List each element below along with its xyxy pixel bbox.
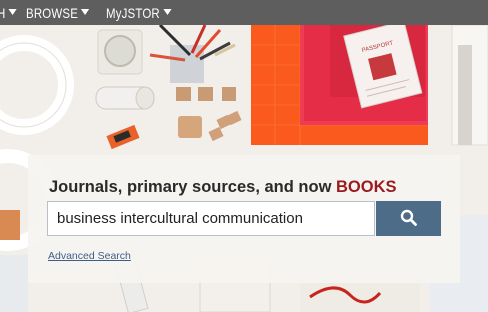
nav-myjstor-label: MyJSTOR xyxy=(106,5,160,21)
top-navigation-bar: H BROWSE MyJSTOR xyxy=(0,0,488,25)
nav-myjstor-menu[interactable]: MyJSTOR xyxy=(106,5,172,21)
caret-down-icon xyxy=(8,9,17,15)
caret-down-icon xyxy=(163,9,172,15)
headline-text: Journals, primary sources, and now xyxy=(49,178,337,196)
search-input[interactable] xyxy=(47,201,375,236)
magnifier-icon xyxy=(400,209,417,226)
nav-browse-menu[interactable]: BROWSE xyxy=(26,5,90,21)
nav-search-label: H xyxy=(0,5,5,21)
nav-search-menu[interactable]: H xyxy=(0,5,17,21)
search-button[interactable] xyxy=(376,201,441,236)
search-panel: Journals, primary sources, and now BOOKS… xyxy=(28,155,460,283)
advanced-search-link[interactable]: Advanced Search xyxy=(48,250,131,262)
headline-accent-books: BOOKS xyxy=(336,178,397,196)
caret-down-icon xyxy=(81,9,90,15)
nav-browse-label: BROWSE xyxy=(26,5,79,21)
hero-headline: Journals, primary sources, and now BOOKS xyxy=(49,178,397,197)
